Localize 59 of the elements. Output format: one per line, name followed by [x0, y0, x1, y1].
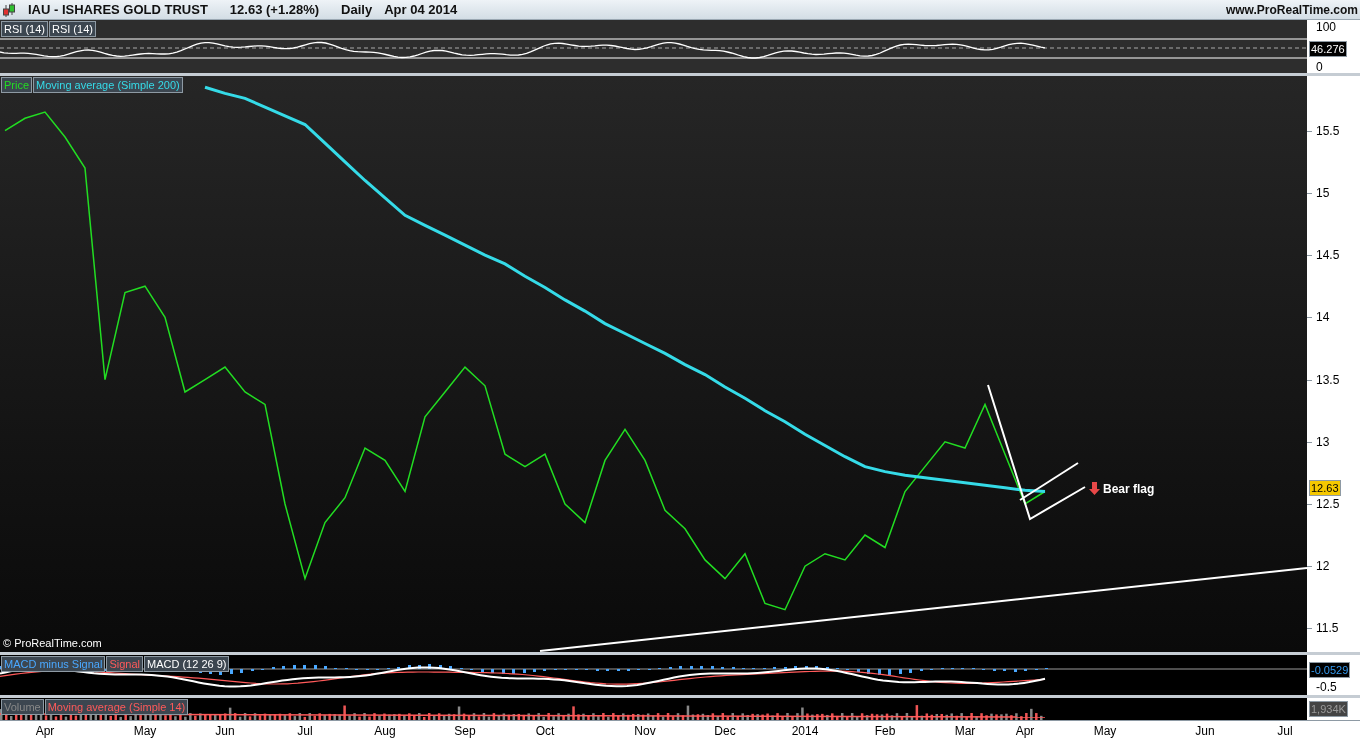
- value-readout: 46.276: [1309, 41, 1347, 57]
- quote-text: 12.63 (+1.28%): [229, 0, 320, 19]
- axis-label: Oct: [535, 724, 555, 738]
- symbol-title: IAU - ISHARES GOLD TRUST: [28, 0, 208, 19]
- candlestick-icon: [2, 1, 16, 18]
- axis-label: Feb: [874, 724, 896, 738]
- date-text: Apr 04 2014: [384, 0, 458, 19]
- axis-label: 15: [1316, 185, 1330, 200]
- axis-tick: [1307, 192, 1312, 194]
- axis-label: 14: [1316, 310, 1330, 325]
- axis-label: 100: [1316, 20, 1337, 34]
- legend-label: RSI (14): [1, 21, 48, 37]
- axis-tick: [1307, 379, 1312, 381]
- axis-label: Nov: [634, 724, 656, 738]
- axis-label: May: [133, 724, 157, 738]
- axis-label: 15.5: [1316, 123, 1340, 138]
- axis-label: 11.5: [1316, 621, 1339, 636]
- axis-tick: [1307, 317, 1312, 319]
- value-readout: 1,934K: [1309, 701, 1348, 717]
- value-readout: -0.0529: [1309, 662, 1351, 678]
- legend-label: MACD minus Signal: [1, 656, 106, 672]
- legend-label: Moving average (Simple 200): [33, 77, 183, 93]
- website-text: www.ProRealTime.com: [1225, 1, 1358, 19]
- axis-label: Jul: [1277, 724, 1293, 738]
- axis-label: 2014: [791, 724, 819, 738]
- axis-tick: [1307, 255, 1312, 257]
- legend-label: Price: [1, 77, 33, 93]
- annotation-text: Bear flag: [1103, 482, 1155, 496]
- value-readout: 12.63: [1309, 479, 1341, 496]
- axis-label: 13: [1316, 434, 1330, 449]
- axis-tick: [1307, 628, 1312, 630]
- axis-label: 0: [1316, 60, 1323, 74]
- axis-label: 13.5: [1316, 372, 1340, 387]
- legend-label: Volume: [1, 699, 44, 715]
- axis-label: Dec: [714, 724, 736, 738]
- copyright-text: © ProRealTime.com: [3, 637, 102, 650]
- axis-label: Jun: [215, 724, 235, 738]
- axis-label: May: [1093, 724, 1117, 738]
- axis-tick: [1307, 441, 1312, 443]
- down-arrow-icon: [1089, 482, 1100, 495]
- legend-label: Moving average (Simple 14): [44, 699, 189, 715]
- axis-tick: [1307, 503, 1312, 505]
- axis-tick: [1307, 130, 1312, 132]
- axis-label: Jul: [297, 724, 313, 738]
- legend-label: Signal: [106, 656, 143, 672]
- axis-label: -0.5: [1316, 680, 1337, 694]
- legend-label: RSI (14): [48, 21, 96, 37]
- period-text: Daily: [341, 0, 373, 19]
- axis-label: 14.5: [1316, 248, 1340, 263]
- axis-label: Jun: [1195, 724, 1215, 738]
- legend-label: MACD (12 26 9): [144, 656, 230, 672]
- axis-label: Sep: [454, 724, 476, 738]
- axis-tick: [1307, 566, 1312, 568]
- axis-label: Apr: [35, 724, 55, 738]
- axis-label: Apr: [1015, 724, 1035, 738]
- axis-label: 12.5: [1316, 496, 1340, 511]
- axis-label: Aug: [374, 724, 396, 738]
- axis-label: Mar: [954, 724, 976, 738]
- axis-label: 12: [1316, 559, 1330, 574]
